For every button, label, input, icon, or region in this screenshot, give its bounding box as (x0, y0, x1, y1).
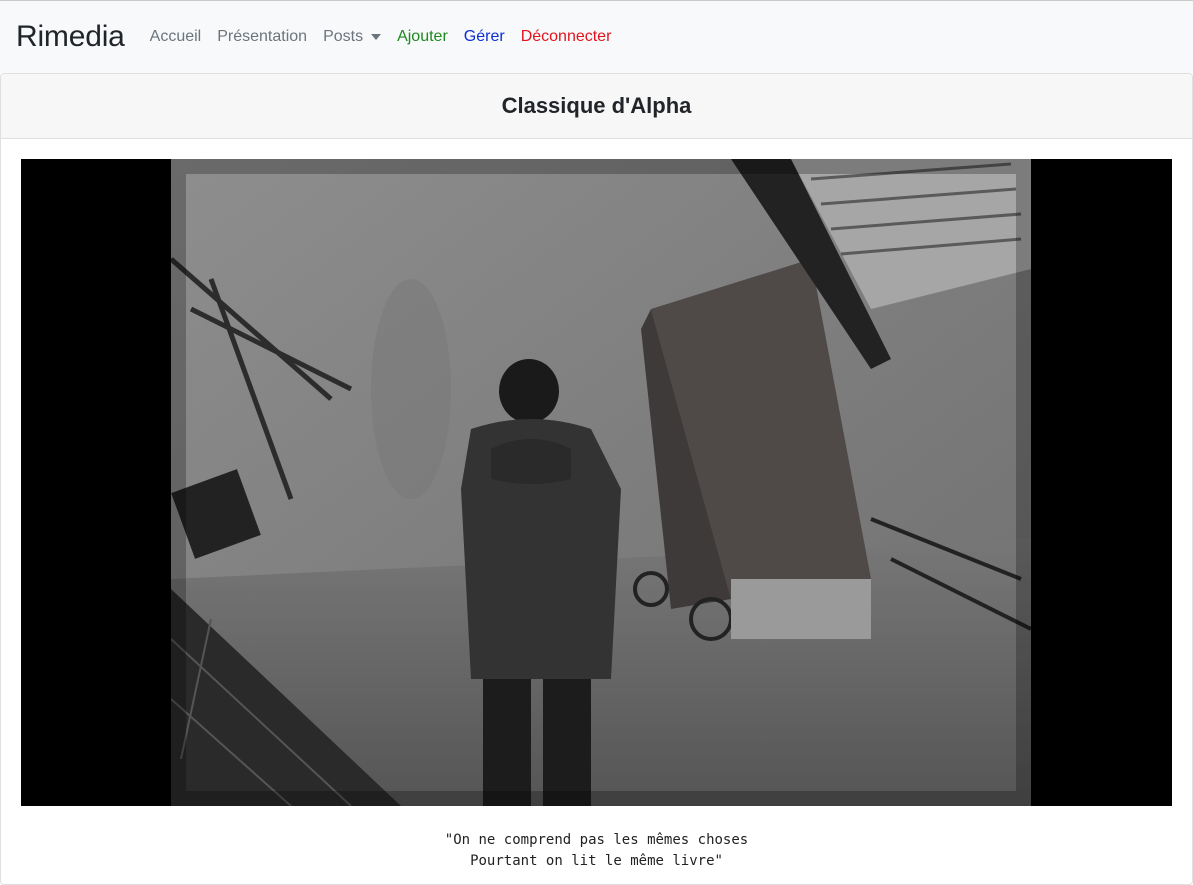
post-card: Classique d'Alpha "On ne comprend pas le… (0, 73, 1193, 885)
nav-presentation[interactable]: Présentation (217, 28, 307, 46)
caret-down-icon (371, 34, 382, 40)
video-frame (171, 159, 1031, 806)
street-scene-image (171, 159, 1031, 806)
navbar: Rimedia Accueil Présentation Posts Ajout… (0, 1, 1193, 73)
caption-line-1: "On ne comprend pas les mêmes choses (444, 832, 749, 848)
nav-posts-label: Posts (323, 28, 364, 45)
post-caption: "On ne comprend pas les mêmes choses Pou… (21, 830, 1172, 872)
card-header: Classique d'Alpha (1, 74, 1192, 139)
nav-accueil[interactable]: Accueil (150, 28, 202, 46)
nav-posts-dropdown[interactable]: Posts (323, 28, 382, 46)
nav-deconnecter[interactable]: Déconnecter (521, 28, 612, 46)
brand-logo[interactable]: Rimedia (16, 22, 125, 52)
nav-gerer[interactable]: Gérer (464, 28, 505, 46)
caption-line-2: Pourtant on lit le même livre" (470, 853, 723, 869)
card-body: "On ne comprend pas les mêmes choses Pou… (1, 139, 1192, 884)
nav-ajouter[interactable]: Ajouter (397, 28, 448, 46)
video-player[interactable] (21, 159, 1172, 806)
post-title: Classique d'Alpha (501, 93, 692, 118)
nav-menu: Accueil Présentation Posts Ajouter Gérer… (150, 28, 628, 46)
